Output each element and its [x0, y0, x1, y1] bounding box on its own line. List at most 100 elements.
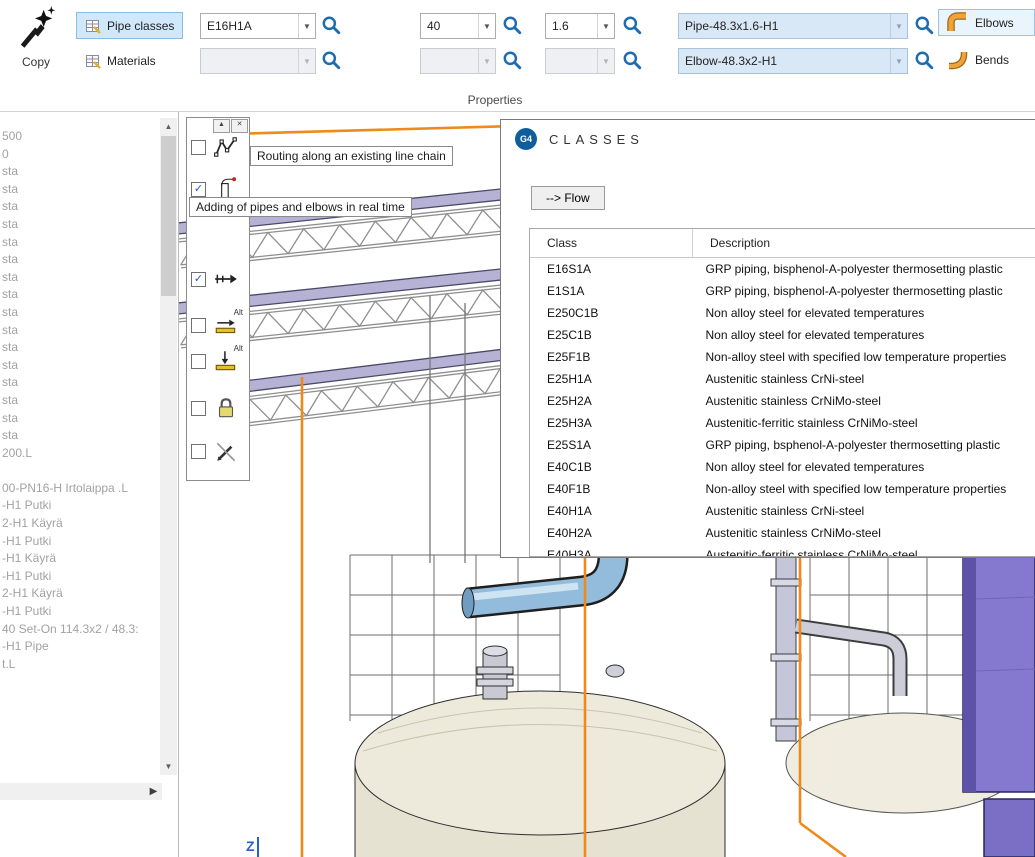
class-row[interactable]: E16S1AGRP piping, bisphenol-A-polyester … [530, 258, 1035, 281]
classes-window-titlebar[interactable]: G4 CLASSES [501, 120, 1035, 158]
tree-item[interactable]: 200.L [2, 445, 156, 463]
tree-item[interactable]: 40 Set-On 114.3x2 / 48.3: [2, 621, 156, 639]
tree-item[interactable]: sta [2, 198, 156, 216]
chevron-down-icon[interactable]: ▼ [298, 14, 315, 38]
pipe-class2-search-button[interactable] [319, 49, 343, 73]
class-row[interactable]: E40H3AAustenitic-ferritic stainless CrNi… [530, 544, 1035, 557]
tree-item[interactable]: sta [2, 392, 156, 410]
class-row[interactable]: E40F1BNon-alloy steel with specified low… [530, 478, 1035, 500]
tree-item[interactable]: sta [2, 304, 156, 322]
class-row[interactable]: E25F1BNon-alloy steel with specified low… [530, 346, 1035, 368]
option-route-existing-chain[interactable] [191, 132, 239, 162]
chevron-down-icon: ▼ [298, 49, 315, 73]
main-tank[interactable] [355, 691, 725, 857]
chevron-down-icon[interactable]: ▼ [890, 49, 907, 73]
size-search-button[interactable] [500, 14, 524, 38]
elbow-part-search-button[interactable] [912, 49, 936, 73]
pressure2-search-button[interactable] [620, 49, 644, 73]
class-row[interactable]: E25S1AGRP piping, bsphenol-A-polyester t… [530, 434, 1035, 456]
size-combo[interactable]: 40 ▼ [420, 13, 496, 39]
tree-item[interactable] [2, 462, 156, 480]
tree-item[interactable]: sta [2, 234, 156, 252]
flow-button[interactable]: --> Flow [531, 186, 605, 210]
tree-item[interactable]: sta [2, 410, 156, 428]
tree-item[interactable]: 00-PN16-H Irtolaippa .L [2, 480, 156, 498]
class-row[interactable]: E1S1AGRP piping, bisphenol-A-polyester t… [530, 280, 1035, 302]
tree-vertical-scrollbar[interactable]: ▲ ▼ [160, 118, 177, 775]
elbow-part-combo[interactable]: Elbow-48.3x2-H1 ▼ [678, 48, 908, 74]
pressure-search-button[interactable] [620, 14, 644, 38]
materials-button[interactable]: Materials [76, 47, 165, 74]
tree-item[interactable]: 2-H1 Käyrä [2, 515, 156, 533]
tree-item[interactable]: -H1 Pipe [2, 638, 156, 656]
column-header-description[interactable]: Description [693, 229, 1035, 258]
checkbox[interactable] [191, 401, 206, 416]
vertical-pipe[interactable] [771, 556, 801, 741]
scrollbar-thumb[interactable] [161, 136, 176, 296]
class-row[interactable]: E25H2AAustenitic stainless CrNiMo-steel [530, 390, 1035, 412]
class-description: Non alloy steel for elevated temperature… [693, 302, 1035, 324]
close-icon[interactable]: ✕ [231, 119, 248, 133]
bends-button[interactable]: Bends [938, 46, 1035, 73]
class-row[interactable]: E250C1BNon alloy steel for elevated temp… [530, 302, 1035, 324]
tree-item[interactable]: -H1 Putki [2, 568, 156, 586]
column-header-class[interactable]: Class [530, 229, 693, 258]
checkbox[interactable] [191, 444, 206, 459]
elbows-button[interactable]: Elbows [938, 9, 1035, 36]
tree-item[interactable]: sta [2, 181, 156, 199]
size2-search-button[interactable] [500, 49, 524, 73]
tree-item[interactable]: sta [2, 322, 156, 340]
option-lock-routing[interactable] [191, 393, 239, 423]
tree-item[interactable]: sta [2, 216, 156, 234]
class-description: Non-alloy steel with specified low tempe… [693, 346, 1035, 368]
tree-item[interactable]: sta [2, 357, 156, 375]
checkbox[interactable] [191, 318, 206, 333]
checkbox[interactable] [191, 140, 206, 155]
tree-item[interactable]: -H1 Käyrä [2, 550, 156, 568]
pressure-combo[interactable]: 1.6 ▼ [545, 13, 615, 39]
scroll-down-icon[interactable]: ▼ [160, 758, 177, 775]
copy-tool-button[interactable]: Copy [8, 6, 64, 76]
bends-label: Bends [975, 53, 1009, 67]
option-free-sketch[interactable] [191, 436, 239, 466]
pipe-class-combo[interactable]: E16H1A ▼ [200, 13, 316, 39]
class-row[interactable]: E25H1AAustenitic stainless CrNi-steel [530, 368, 1035, 390]
tank-small-nozzle[interactable] [606, 665, 624, 677]
class-row[interactable]: E25H3AAustenitic-ferritic stainless CrNi… [530, 412, 1035, 434]
chevron-down-icon[interactable]: ▼ [478, 14, 495, 38]
option-alt-offset-1[interactable]: Alt [191, 310, 239, 340]
tree-item[interactable]: sta [2, 163, 156, 181]
tree-item[interactable]: sta [2, 374, 156, 392]
tree-item[interactable]: -H1 Putki [2, 603, 156, 621]
tree-item[interactable]: 500 [2, 128, 156, 146]
tree-item[interactable]: t.L [2, 656, 156, 674]
pipe-part-search-button[interactable] [912, 14, 936, 38]
tree-item[interactable]: 0 [2, 146, 156, 164]
tree-item[interactable]: sta [2, 269, 156, 287]
checkbox[interactable]: ✓ [191, 182, 206, 197]
option-alt-offset-2[interactable]: Alt [191, 346, 239, 376]
tree-item[interactable]: sta [2, 286, 156, 304]
tree-item[interactable]: 2-H1 Käyrä [2, 585, 156, 603]
checkbox[interactable]: ✓ [191, 272, 206, 287]
pipe-classes-button[interactable]: Pipe classes [76, 12, 183, 39]
class-row[interactable]: E40H2AAustenitic stainless CrNiMo-steel [530, 522, 1035, 544]
tree-item[interactable]: sta [2, 339, 156, 357]
option-routing-direction[interactable]: ✓ [191, 264, 239, 294]
chevron-down-icon[interactable]: ▼ [890, 14, 907, 38]
tree-item[interactable]: sta [2, 427, 156, 445]
pipe-class-search-button[interactable] [319, 14, 343, 38]
tree-item[interactable]: -H1 Putki [2, 533, 156, 551]
class-row[interactable]: E40H1AAustenitic stainless CrNi-steel [530, 500, 1035, 522]
scroll-up-icon[interactable]: ▲ [160, 118, 177, 135]
tree-horizontal-scrollbar[interactable]: ▶ [0, 783, 162, 800]
class-row[interactable]: E25C1BNon alloy steel for elevated tempe… [530, 324, 1035, 346]
scroll-right-icon[interactable]: ▶ [145, 783, 162, 800]
tree-item[interactable]: sta [2, 251, 156, 269]
chevron-down-icon[interactable]: ▼ [597, 14, 614, 38]
pipe-part-combo[interactable]: Pipe-48.3x1.6-H1 ▼ [678, 13, 908, 39]
checkbox[interactable] [191, 354, 206, 369]
class-row[interactable]: E40C1BNon alloy steel for elevated tempe… [530, 456, 1035, 478]
collapse-icon[interactable]: ▲ [213, 119, 230, 133]
tree-item[interactable]: -H1 Putki [2, 497, 156, 515]
